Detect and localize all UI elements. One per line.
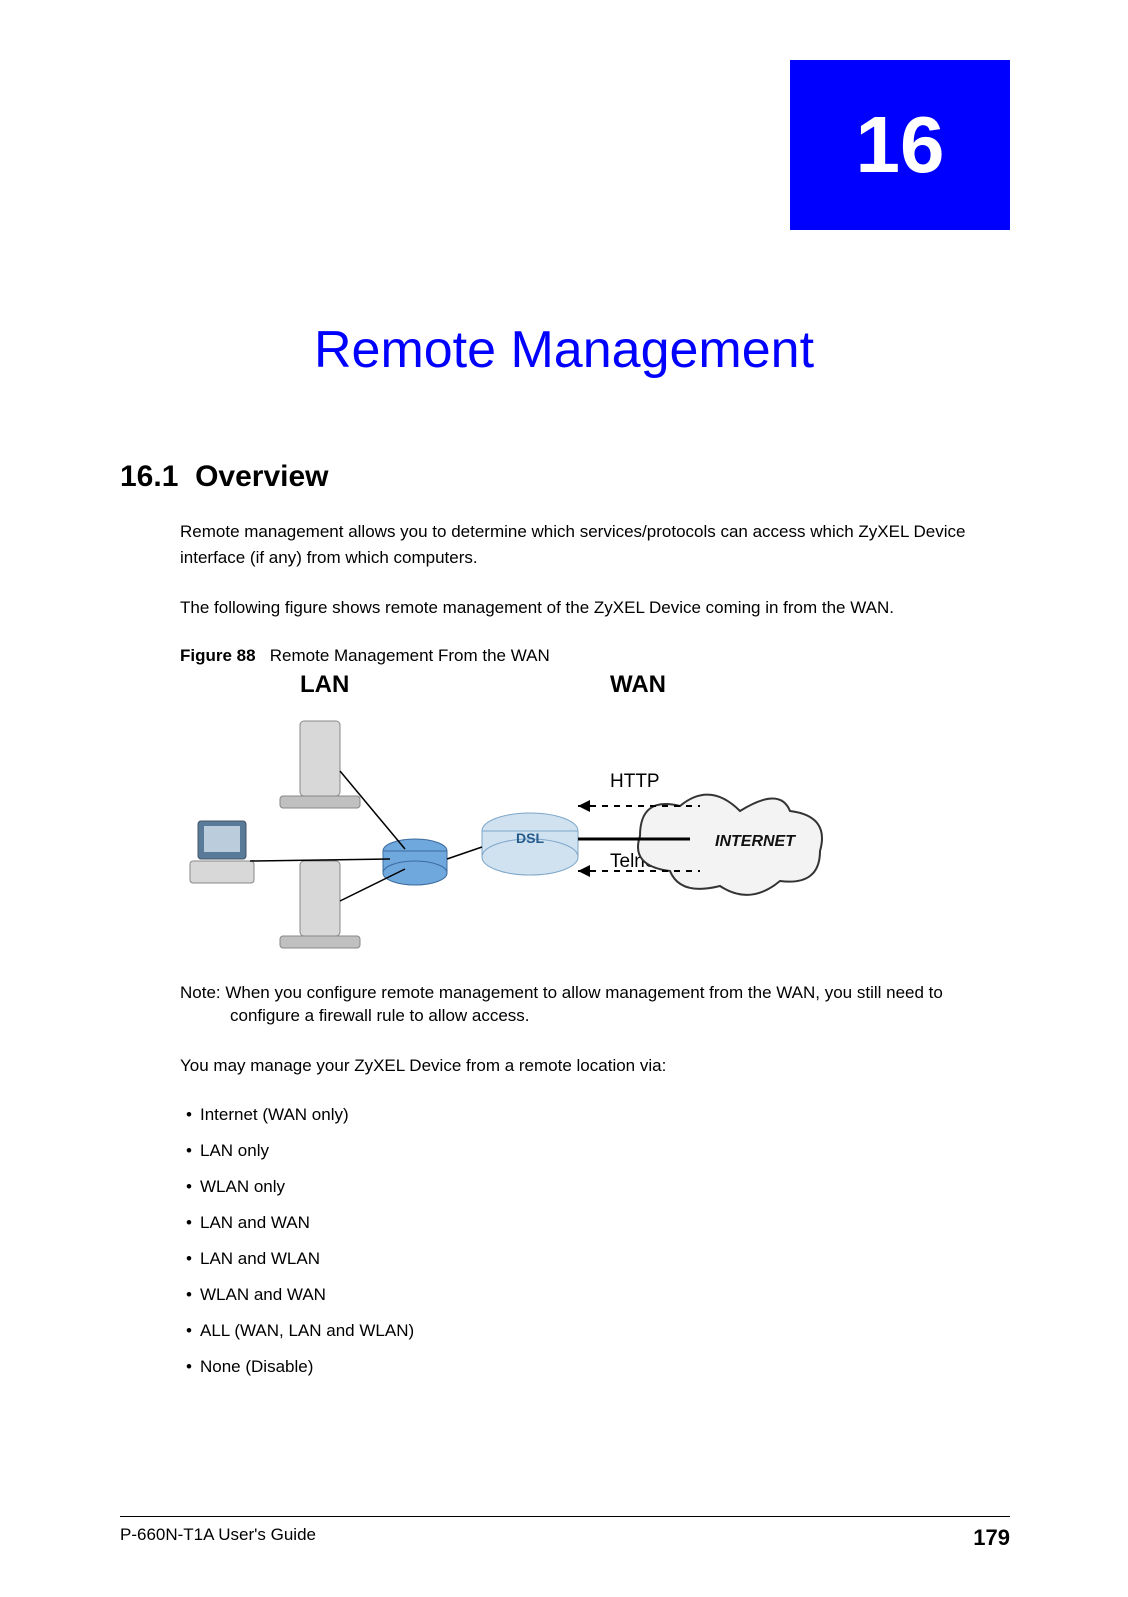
page-number: 179 bbox=[973, 1525, 1010, 1551]
paragraph: Remote management allows you to determin… bbox=[180, 519, 1008, 570]
section-number: 16.1 bbox=[120, 460, 178, 493]
diagram-svg: DSL INTERNET bbox=[180, 671, 880, 961]
list-item: WLAN and WAN bbox=[200, 1284, 1008, 1306]
footer-guide-title: P-660N-T1A User's Guide bbox=[120, 1525, 316, 1551]
computer-icon bbox=[190, 821, 254, 883]
list-item: WLAN only bbox=[200, 1176, 1008, 1198]
option-list: Internet (WAN only) LAN only WLAN only L… bbox=[180, 1104, 1008, 1379]
switch-icon bbox=[383, 839, 447, 885]
list-item: None (Disable) bbox=[200, 1356, 1008, 1378]
dsl-label: DSL bbox=[516, 830, 544, 846]
list-item: LAN and WLAN bbox=[200, 1248, 1008, 1270]
note-text: Note: When you configure remote manageme… bbox=[180, 981, 1008, 1029]
computer-icon bbox=[280, 861, 360, 948]
chapter-number: 16 bbox=[856, 99, 945, 191]
chapter-title: Remote Management bbox=[120, 320, 1008, 380]
network-diagram: LAN WAN HTTP Telnet bbox=[180, 671, 880, 961]
figure-caption: Figure 88 Remote Management From the WAN bbox=[180, 646, 1008, 666]
list-item: LAN only bbox=[200, 1140, 1008, 1162]
figure-area: LAN WAN HTTP Telnet bbox=[180, 671, 1008, 961]
figure-label: Figure 88 bbox=[180, 646, 256, 665]
dsl-router-icon: DSL bbox=[482, 813, 578, 875]
paragraph: The following figure shows remote manage… bbox=[180, 595, 1008, 621]
list-item: LAN and WAN bbox=[200, 1212, 1008, 1234]
page-footer: P-660N-T1A User's Guide 179 bbox=[120, 1516, 1010, 1551]
chapter-number-tab: 16 bbox=[790, 60, 1010, 230]
internet-cloud-icon: INTERNET bbox=[638, 794, 822, 894]
section-heading: 16.1 Overview bbox=[120, 460, 1008, 494]
arrow-left-icon bbox=[578, 865, 590, 877]
figure-title: Remote Management From the WAN bbox=[270, 646, 550, 665]
section-title: Overview bbox=[195, 460, 328, 493]
list-item: ALL (WAN, LAN and WLAN) bbox=[200, 1320, 1008, 1342]
computer-icon bbox=[280, 721, 360, 808]
internet-label: INTERNET bbox=[715, 833, 796, 850]
paragraph: You may manage your ZyXEL Device from a … bbox=[180, 1053, 1008, 1079]
arrow-left-icon bbox=[578, 800, 590, 812]
list-item: Internet (WAN only) bbox=[200, 1104, 1008, 1126]
document-page: 16 Remote Management 16.1 Overview Remot… bbox=[0, 0, 1128, 1597]
